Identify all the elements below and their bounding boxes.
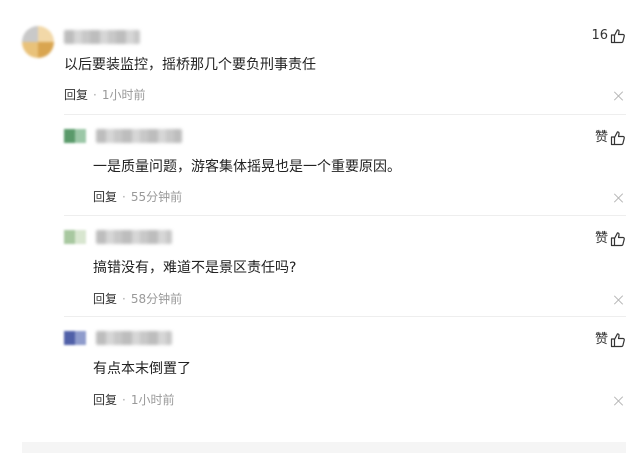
timestamp: 55分钟前 [130,190,183,204]
avatar[interactable] [22,26,54,58]
reply-item: 赞 一是质量问题，游客集体摇晃也是一个重要原因。 回复 · 55分钟前 [0,115,640,215]
reply-meta: 回复 · 58分钟前 [93,291,182,307]
reply-item: 赞 有点本末倒置了 回复 · 1小时前 [0,317,640,417]
username[interactable] [64,30,140,44]
like-label: 赞 [594,332,608,347]
comment-text: 以后要装监控，摇桥那几个要负刑事责任 [64,57,316,73]
like-count: 16 [591,28,608,43]
like-button[interactable]: 赞 [595,129,626,147]
thumbs-up-icon [610,131,625,146]
reply-meta: 回复 · 55分钟前 [93,189,182,205]
like-button[interactable]: 16 [591,27,626,45]
username[interactable] [96,129,182,143]
like-label: 赞 [594,231,608,246]
reply-button[interactable]: 回复 [93,190,117,204]
more-replies-bar[interactable] [22,442,626,453]
reply-text: 搞错没有，难道不是景区责任吗? [93,260,297,276]
like-button[interactable]: 赞 [595,331,626,349]
timestamp: 58分钟前 [130,292,183,306]
timestamp: 1小时前 [130,393,175,407]
thumbs-up-icon [610,232,625,247]
like-button[interactable]: 赞 [595,230,626,248]
close-icon[interactable] [614,295,624,305]
username[interactable] [96,331,172,345]
close-icon[interactable] [614,193,624,203]
reply-button[interactable]: 回复 [93,393,117,407]
reply-meta: 回复 · 1小时前 [93,392,174,408]
comment-item: 16 以后要装监控，摇桥那几个要负刑事责任 回复 · 1小时前 [0,0,640,114]
avatar[interactable] [64,230,86,244]
comment-meta: 回复 · 1小时前 [64,87,145,103]
separator-dot: · [93,88,97,102]
separator-dot: · [122,292,126,306]
reply-text: 有点本末倒置了 [93,361,191,377]
separator-dot: · [122,190,126,204]
thumbs-up-icon [610,333,625,348]
reply-button[interactable]: 回复 [93,292,117,306]
avatar[interactable] [64,129,86,143]
reply-text: 一是质量问题，游客集体摇晃也是一个重要原因。 [93,159,401,175]
reply-button[interactable]: 回复 [64,88,88,102]
separator-dot: · [122,393,126,407]
like-label: 赞 [594,130,608,145]
reply-item: 赞 搞错没有，难道不是景区责任吗? 回复 · 58分钟前 [0,216,640,316]
avatar[interactable] [64,331,86,345]
timestamp: 1小时前 [101,88,146,102]
close-icon[interactable] [614,91,624,101]
close-icon[interactable] [614,396,624,406]
thumbs-up-icon [610,29,625,44]
username[interactable] [96,230,172,244]
